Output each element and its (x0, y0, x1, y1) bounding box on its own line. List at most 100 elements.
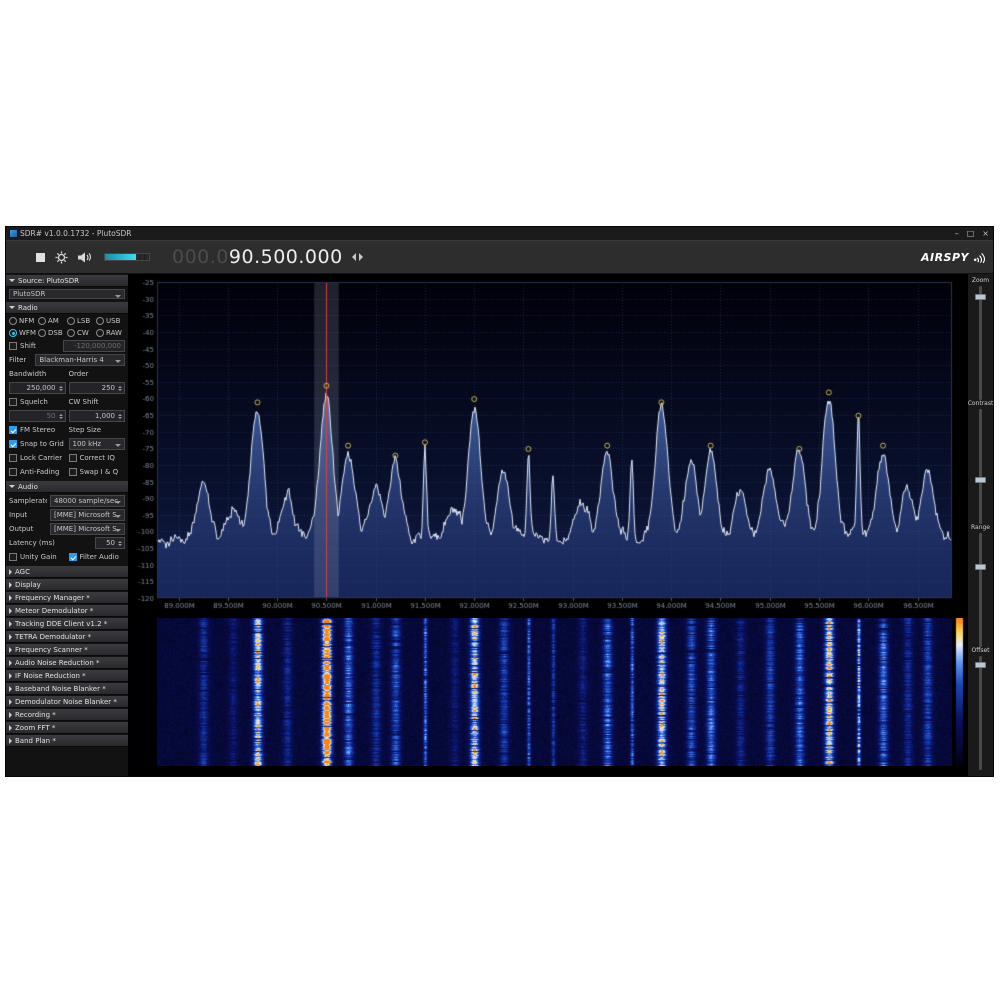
shift-checkbox[interactable] (9, 342, 17, 350)
panel-tetra-demodulator[interactable]: TETRA Demodulator * (6, 631, 128, 643)
spectrum-display[interactable] (129, 276, 967, 612)
stop-button[interactable] (36, 253, 45, 262)
bandwidth-input[interactable]: 250,000 (9, 382, 66, 394)
range-slider-thumb[interactable] (975, 564, 986, 570)
waterfall-display[interactable] (129, 618, 967, 766)
mode-raw[interactable]: RAW (96, 329, 125, 337)
squelch-toggle[interactable]: Squelch (9, 398, 66, 406)
snap-to-grid-toggle[interactable]: Snap to Grid (9, 440, 66, 448)
correct-iq-toggle[interactable]: Correct IQ (69, 454, 126, 462)
squelch-input[interactable]: 50 (9, 410, 66, 422)
mode-nfm[interactable]: NFM (9, 317, 38, 325)
filter-dropdown[interactable]: Blackman-Harris 4 (35, 354, 125, 366)
order-label: Order (69, 370, 126, 378)
display-controls: ZoomContrastRangeOffset (967, 274, 993, 776)
swap-iq-checkbox[interactable] (69, 468, 77, 476)
step-size-dropdown[interactable]: 100 kHz (69, 438, 126, 450)
panel-recording[interactable]: Recording * (6, 709, 128, 721)
order-input[interactable]: 250 (69, 382, 126, 394)
range-slider[interactable] (979, 533, 982, 647)
mode-cw[interactable]: CW (67, 329, 96, 337)
collapse-arrow-icon (9, 485, 15, 488)
panel-frequency-scanner[interactable]: Frequency Scanner * (6, 644, 128, 656)
mode-am[interactable]: AM (38, 317, 67, 325)
unity-gain-toggle[interactable]: Unity Gain (9, 553, 66, 561)
panel-title: Meteor Demodulator * (15, 607, 93, 615)
app-icon (10, 230, 17, 237)
sdrsharp-window: SDR# v1.0.0.1732 - PlutoSDR – □ × 000.09… (5, 226, 994, 777)
snap-checkbox[interactable] (9, 440, 17, 448)
volume-slider[interactable] (104, 253, 150, 261)
minimize-button[interactable]: – (955, 230, 959, 238)
frequency-display[interactable]: 000.090.500.000 (172, 246, 343, 268)
mode-dsb[interactable]: DSB (38, 329, 67, 337)
panel-audio-noise-reduction[interactable]: Audio Noise Reduction * (6, 657, 128, 669)
anti-fading-checkbox[interactable] (9, 468, 17, 476)
contrast-slider[interactable] (979, 409, 982, 523)
step-down-icon[interactable] (352, 253, 356, 261)
panel-demodulator-noise-blanker[interactable]: Demodulator Noise Blanker * (6, 696, 128, 708)
shift-input[interactable]: -120,000,000 (63, 340, 125, 352)
panel-agc[interactable]: AGC (6, 566, 128, 578)
zoom-slider-thumb[interactable] (975, 294, 986, 300)
samplerate-dropdown[interactable]: 48000 sample/sec (50, 495, 125, 507)
mode-lsb[interactable]: LSB (67, 317, 96, 325)
speaker-icon[interactable] (78, 252, 92, 263)
lock-carrier-toggle[interactable]: Lock Carrier (9, 454, 66, 462)
mode-wfm[interactable]: WFM (9, 329, 38, 337)
correct-iq-checkbox[interactable] (69, 454, 77, 462)
zoom-slider[interactable] (979, 286, 982, 400)
collapse-arrow-icon (9, 279, 15, 282)
panel-title: AGC (15, 568, 30, 576)
panel-display[interactable]: Display (6, 579, 128, 591)
filter-audio-toggle[interactable]: Filter Audio (69, 553, 126, 561)
anti-fading-toggle[interactable]: Anti-Fading (9, 468, 66, 476)
audio-panel-header[interactable]: Audio (6, 481, 128, 493)
radio-panel-header[interactable]: Radio (6, 302, 128, 314)
panel-frequency-manager[interactable]: Frequency Manager * (6, 592, 128, 604)
audio-input-dropdown[interactable]: [MME] Microsoft S (50, 509, 125, 521)
offset-slider-thumb[interactable] (975, 662, 986, 668)
frequency-dim-digits: 000.0 (172, 246, 229, 268)
mode-usb[interactable]: USB (96, 317, 125, 325)
bandwidth-label: Bandwidth (9, 370, 66, 378)
filter-audio-checkbox[interactable] (69, 553, 77, 561)
settings-gear-icon[interactable] (55, 251, 68, 264)
panel-title: Tracking DDE Client v1.2 * (15, 620, 107, 628)
squelch-checkbox[interactable] (9, 398, 17, 406)
latency-input[interactable]: 50 (95, 537, 125, 549)
panel-tracking-dde-client-v1-2[interactable]: Tracking DDE Client v1.2 * (6, 618, 128, 630)
expand-arrow-icon (9, 660, 12, 666)
collapsed-panels: AGC DisplayFrequency Manager * Meteor Demo… (6, 566, 128, 747)
unity-gain-checkbox[interactable] (9, 553, 17, 561)
panel-band-plan[interactable]: Band Plan * (6, 735, 128, 747)
cw-shift-label: CW Shift (69, 398, 126, 406)
maximize-button[interactable]: □ (967, 230, 975, 238)
radio-button-icon (38, 317, 46, 325)
offset-slider[interactable] (979, 656, 982, 770)
close-button[interactable]: × (982, 230, 989, 238)
panel-if-noise-reduction[interactable]: IF Noise Reduction * (6, 670, 128, 682)
panel-meteor-demodulator[interactable]: Meteor Demodulator * (6, 605, 128, 617)
expand-arrow-icon (9, 569, 12, 575)
shift-toggle[interactable]: Shift (9, 342, 36, 350)
fm-stereo-checkbox[interactable] (9, 426, 17, 434)
contrast-slider-thumb[interactable] (975, 477, 986, 483)
expand-arrow-icon (9, 738, 12, 744)
radio-panel-title: Radio (18, 304, 38, 312)
range-label: Range (971, 524, 990, 531)
titlebar[interactable]: SDR# v1.0.0.1732 - PlutoSDR – □ × (6, 227, 993, 240)
source-panel-header[interactable]: Source: PlutoSDR (6, 275, 128, 287)
fm-stereo-toggle[interactable]: FM Stereo (9, 426, 66, 434)
step-up-icon[interactable] (359, 253, 363, 261)
swap-iq-toggle[interactable]: Swap I & Q (69, 468, 126, 476)
lock-carrier-checkbox[interactable] (9, 454, 17, 462)
menu-icon[interactable] (14, 252, 26, 262)
audio-output-dropdown[interactable]: [MME] Microsoft S (50, 523, 125, 535)
source-panel-title: Source: PlutoSDR (18, 277, 79, 285)
cw-shift-input[interactable]: 1,000 (69, 410, 126, 422)
control-sidebar: Source: PlutoSDR PlutoSDR Radio NFMAMLSB… (6, 274, 129, 776)
panel-zoom-fft[interactable]: Zoom FFT * (6, 722, 128, 734)
source-device-dropdown[interactable]: PlutoSDR (9, 289, 125, 299)
panel-baseband-noise-blanker[interactable]: Baseband Noise Blanker * (6, 683, 128, 695)
